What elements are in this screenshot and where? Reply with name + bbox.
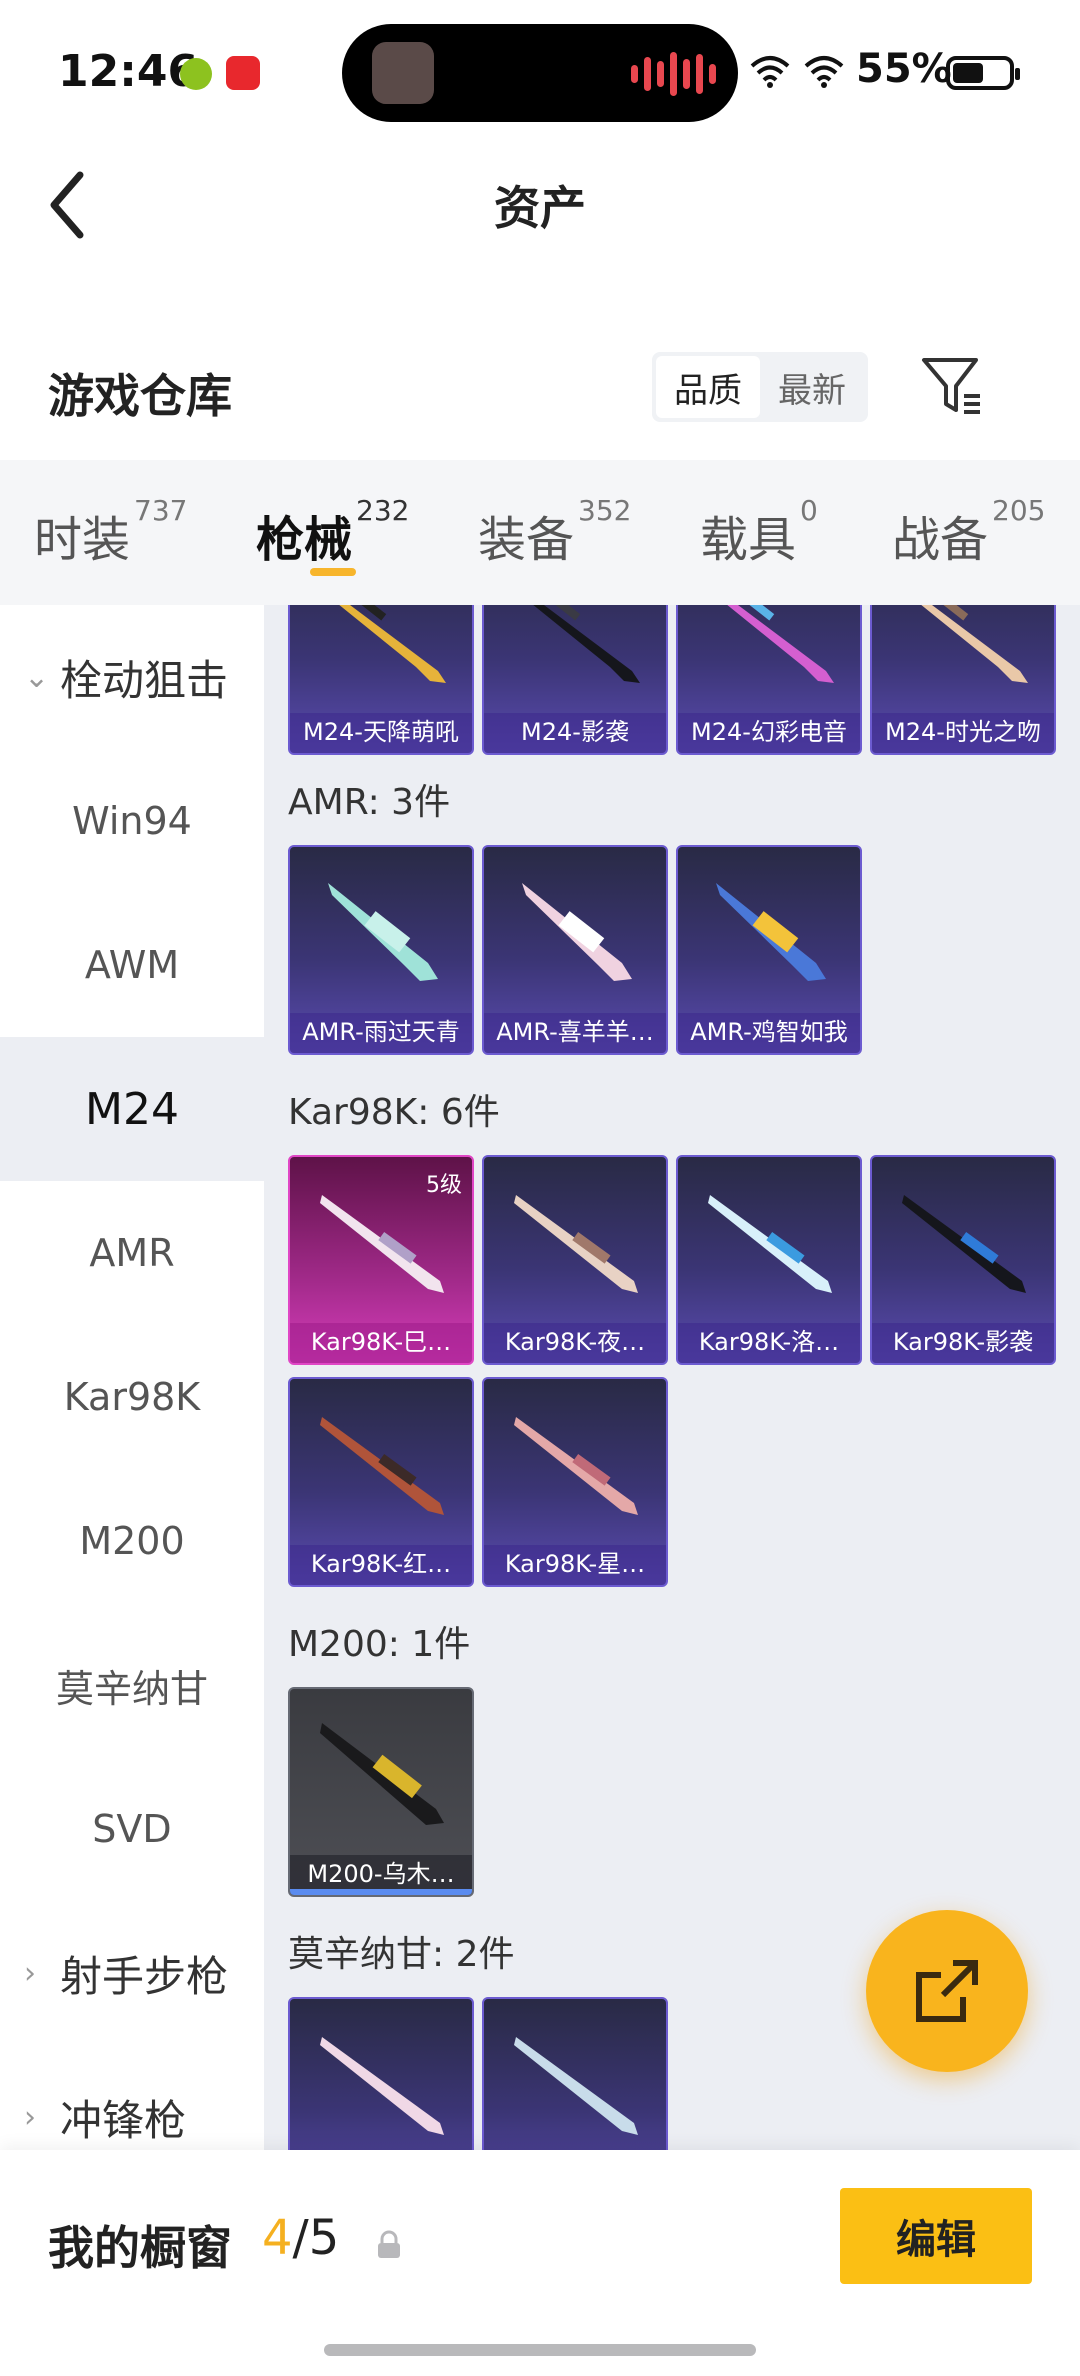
weapon-card[interactable]: Kar98K-星…	[482, 1377, 668, 1587]
weapon-name: Kar98K-星…	[484, 1545, 666, 1585]
weapon-card[interactable]: 5级 Kar98K-巳…	[288, 1155, 474, 1365]
weapon-card[interactable]: M24-影袭	[482, 605, 668, 755]
sniper-rifle-icon	[328, 883, 438, 981]
audio-wave-icon	[631, 52, 716, 96]
album-art	[372, 42, 434, 104]
tab-supplies[interactable]: 战备205	[892, 494, 1045, 570]
weapon-name: Kar98K-巳…	[290, 1323, 472, 1363]
sniper-rifle-icon	[727, 605, 834, 683]
sidebar-item-m24[interactable]: M24	[0, 1037, 264, 1181]
sidebar-item-win94[interactable]: Win94	[0, 749, 264, 893]
weapon-card[interactable]	[288, 1997, 474, 2150]
sniper-rifle-icon	[339, 605, 446, 683]
sniper-rifle-icon	[320, 2037, 444, 2135]
wifi-icon	[750, 56, 790, 88]
sidebar-item-m200[interactable]: M200	[0, 1469, 264, 1613]
chevron-right-icon: ›	[24, 1955, 36, 1991]
category-tabs: 时装737 枪械232 装备352 载具0 战备205	[0, 460, 1080, 605]
sidebar-group-marksman[interactable]: › 射手步枪	[0, 1901, 264, 2045]
sniper-rifle-icon	[902, 1195, 1026, 1293]
weapon-name: AMR-喜羊羊…	[484, 1013, 666, 1053]
wifi-icon-2	[804, 56, 844, 88]
weapon-name: M24-天降萌吼	[290, 713, 472, 753]
sidebar-group-bolt[interactable]: ⌄ 栓动狙击	[0, 605, 264, 749]
sidebar-item-amr[interactable]: AMR	[0, 1181, 264, 1325]
sniper-rifle-icon	[320, 1195, 444, 1293]
sniper-rifle-icon	[320, 1417, 444, 1515]
weapon-name: Kar98K-红…	[290, 1545, 472, 1585]
weapon-card[interactable]: AMR-雨过天青	[288, 845, 474, 1055]
section-title-mosin: 莫辛纳甘: 2件	[288, 1934, 515, 1975]
filter-icon[interactable]	[918, 352, 988, 422]
sniper-rifle-icon	[320, 1723, 444, 1825]
weapon-card[interactable]: Kar98K-影袭	[870, 1155, 1056, 1365]
sort-latest-button[interactable]: 最新	[760, 356, 864, 418]
weapon-name: Kar98K-夜…	[484, 1323, 666, 1363]
sniper-rifle-icon	[514, 1195, 638, 1293]
share-button[interactable]	[866, 1910, 1028, 2072]
showcase-label: 我的橱窗	[48, 2221, 232, 2275]
sniper-rifle-icon	[716, 883, 826, 981]
tab-fashion[interactable]: 时装737	[34, 494, 187, 570]
weapon-name: M24-幻彩电音	[678, 713, 860, 753]
chevron-right-icon: ›	[24, 2099, 36, 2135]
dynamic-island[interactable]	[342, 24, 738, 122]
sidebar-group-smg[interactable]: › 冲锋枪	[0, 2045, 264, 2150]
sidebar-item-awm[interactable]: AWM	[0, 893, 264, 1037]
sniper-rifle-icon	[522, 883, 632, 981]
battery-icon	[946, 56, 1020, 90]
status-bar: 12:46 55%	[0, 0, 1080, 140]
tab-vehicles[interactable]: 载具0	[700, 494, 818, 570]
sniper-rifle-icon	[514, 2037, 638, 2135]
section-title-m200: M200: 1件	[288, 1624, 471, 1665]
weapon-name: M24-影袭	[484, 713, 666, 753]
section-title-amr: AMR: 3件	[288, 782, 451, 823]
tab-indicator	[310, 568, 356, 576]
page-title: 资产	[494, 181, 586, 235]
sidebar-item-mosin[interactable]: 莫辛纳甘	[0, 1613, 264, 1757]
weapon-card[interactable]: AMR-喜羊羊…	[482, 845, 668, 1055]
tab-equipment[interactable]: 装备352	[478, 494, 631, 570]
status-time: 12:46	[58, 46, 199, 97]
showcase-bar: 我的橱窗 4/5 编辑	[0, 2150, 1080, 2376]
weapon-card[interactable]: M24-天降萌吼	[288, 605, 474, 755]
weapon-name: M24-时光之吻	[872, 713, 1054, 753]
chevron-down-icon: ⌄	[24, 659, 50, 695]
weapon-card[interactable]: Kar98K-红…	[288, 1377, 474, 1587]
music-app-icon	[226, 56, 260, 90]
weapon-name: Kar98K-洛…	[678, 1323, 860, 1363]
showcase-count: 4/5	[262, 2210, 340, 2266]
weapon-card[interactable]: AMR-鸡智如我	[676, 845, 862, 1055]
sort-toggle: 品质 最新	[652, 352, 868, 422]
weapon-card[interactable]: M24-幻彩电音	[676, 605, 862, 755]
share-icon	[916, 1960, 978, 2022]
section-title-kar98k: Kar98K: 6件	[288, 1092, 500, 1133]
tab-guns[interactable]: 枪械232	[256, 494, 409, 570]
warehouse-title: 游戏仓库	[48, 369, 232, 423]
card-rarity-bar	[290, 1889, 472, 1895]
home-indicator[interactable]	[324, 2344, 756, 2356]
sidebar-item-kar98k[interactable]: Kar98K	[0, 1325, 264, 1469]
battery-percent: 55%	[856, 46, 952, 92]
lock-icon	[378, 2230, 400, 2258]
sort-quality-button[interactable]: 品质	[656, 356, 760, 418]
weapon-name: Kar98K-影袭	[872, 1323, 1054, 1363]
weapon-card[interactable]: Kar98K-洛…	[676, 1155, 862, 1365]
weapon-card[interactable]: Kar98K-夜…	[482, 1155, 668, 1365]
sniper-rifle-icon	[533, 605, 640, 683]
sidebar-item-svd[interactable]: SVD	[0, 1757, 264, 1901]
sniper-rifle-icon	[921, 605, 1028, 683]
weapon-card[interactable]	[482, 1997, 668, 2150]
weapon-card[interactable]: M200-乌木…	[288, 1687, 474, 1897]
weapon-card[interactable]: M24-时光之吻	[870, 605, 1056, 755]
weapon-sidebar: ⌄ 栓动狙击 Win94 AWM M24 AMR Kar98K M200 莫辛纳甘…	[0, 605, 264, 2150]
app-notification-icon	[180, 58, 212, 90]
sniper-rifle-icon	[514, 1417, 638, 1515]
edit-button[interactable]: 编辑	[840, 2188, 1032, 2284]
weapon-name: AMR-雨过天青	[290, 1013, 472, 1053]
weapon-name: AMR-鸡智如我	[678, 1013, 860, 1053]
sniper-rifle-icon	[708, 1195, 832, 1293]
